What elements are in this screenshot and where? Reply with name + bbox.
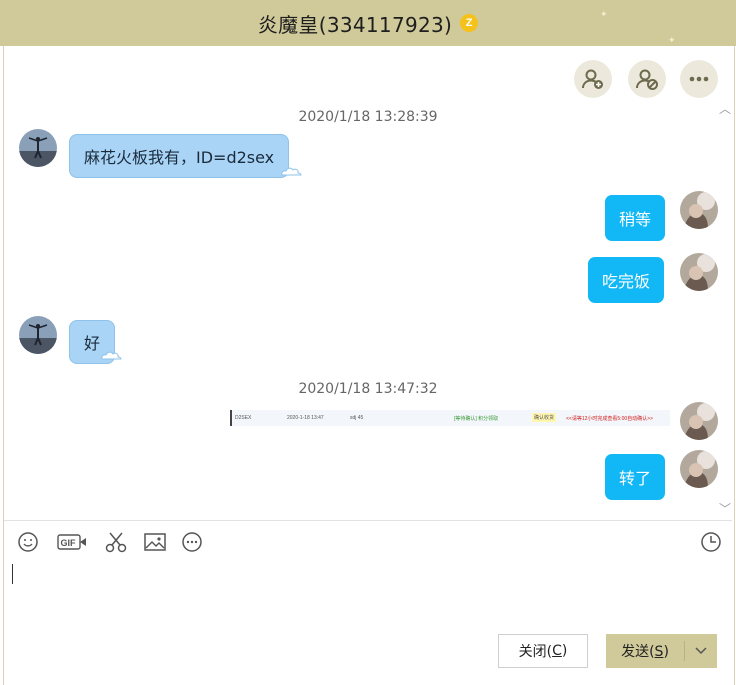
image-message[interactable]: D2SEX 2020-1-18 13:47 sdj 45 [等待确认] 积分领取… — [230, 410, 670, 426]
my-avatar[interactable] — [680, 402, 718, 440]
image-cell: [等待确认] 积分领取 — [454, 416, 499, 422]
gif-button[interactable]: GIF — [56, 530, 88, 554]
create-group-icon — [636, 69, 658, 90]
image-cell: <<请等12小时完成查看5:00自动确认>> — [566, 416, 653, 422]
message-text: 好 — [84, 334, 101, 353]
image-icon — [144, 533, 166, 551]
more-tools-icon — [182, 532, 202, 552]
message-text: 麻花火板我有，ID=d2sex — [84, 148, 275, 167]
input-divider — [4, 520, 732, 521]
chat-title: 炎魔皇(334117923) — [257, 12, 453, 37]
scroll-down-icon[interactable]: ﹀ — [719, 500, 731, 517]
image-cell: sdj 45 — [350, 415, 364, 421]
more-button[interactable] — [680, 60, 718, 98]
close-button-label: 关闭( — [518, 644, 553, 660]
chevron-down-icon — [695, 647, 707, 655]
decor-star-icon: ✦ — [600, 10, 608, 20]
svg-text:GIF: GIF — [61, 538, 77, 548]
message-bubble-sent[interactable]: 转了 — [605, 454, 666, 500]
more-icon — [689, 76, 709, 82]
history-clock-icon — [701, 532, 721, 552]
emoji-button[interactable] — [16, 530, 40, 554]
my-avatar[interactable] — [680, 253, 718, 291]
message-bubble-received[interactable]: 麻花火板我有，ID=d2sex — [69, 134, 290, 178]
image-cell: D2SEX — [235, 415, 252, 421]
history-button[interactable] — [699, 530, 723, 554]
more-tools-button[interactable] — [180, 530, 204, 554]
gif-icon: GIF — [57, 534, 86, 550]
message-bubble-sent[interactable]: 吃完饭 — [588, 257, 665, 303]
image-button[interactable] — [143, 530, 167, 554]
send-button-suffix: ) — [663, 644, 669, 660]
my-avatar[interactable] — [680, 191, 718, 229]
image-cell: 确认收货 — [532, 413, 557, 422]
close-button-suffix: ) — [561, 643, 568, 659]
add-friend-icon — [582, 69, 603, 89]
image-cell: 2020-1-18 13:47 — [287, 415, 324, 421]
scissors-icon — [105, 532, 127, 553]
message-input[interactable] — [6, 558, 730, 624]
send-button-label: 发送( — [621, 644, 655, 660]
decor-star-icon: ✦ — [668, 36, 676, 46]
bubble-cloud-decor-icon — [101, 351, 122, 360]
add-friend-button[interactable] — [574, 60, 612, 98]
bubble-cloud-decor-icon — [281, 167, 302, 176]
screenshot-button[interactable] — [103, 530, 129, 554]
my-avatar[interactable] — [680, 450, 718, 488]
send-options-dropdown[interactable] — [685, 647, 717, 655]
message-bubble-sent[interactable]: 稍等 — [605, 195, 666, 241]
message-text: 稍等 — [619, 210, 652, 229]
send-button[interactable]: 发送(S) — [606, 634, 717, 668]
message-timestamp: 2020/1/18 13:28:39 — [298, 109, 438, 125]
emoji-icon — [18, 532, 38, 552]
message-text: 转了 — [619, 469, 652, 488]
contact-avatar[interactable] — [19, 316, 57, 354]
text-caret — [12, 564, 13, 584]
message-timestamp: 2020/1/18 13:47:32 — [298, 381, 438, 397]
message-text: 吃完饭 — [602, 272, 651, 291]
send-button-label-wrap: 发送(S) — [606, 641, 684, 661]
create-group-button[interactable] — [628, 60, 666, 98]
title-bar: 炎魔皇(334117923) Z ✦ ✦ — [0, 0, 736, 46]
close-button-key: C — [552, 643, 562, 659]
vip-badge-icon[interactable]: Z — [460, 14, 479, 32]
close-button[interactable]: 关闭(C) — [498, 634, 588, 668]
contact-avatar[interactable] — [19, 129, 57, 167]
